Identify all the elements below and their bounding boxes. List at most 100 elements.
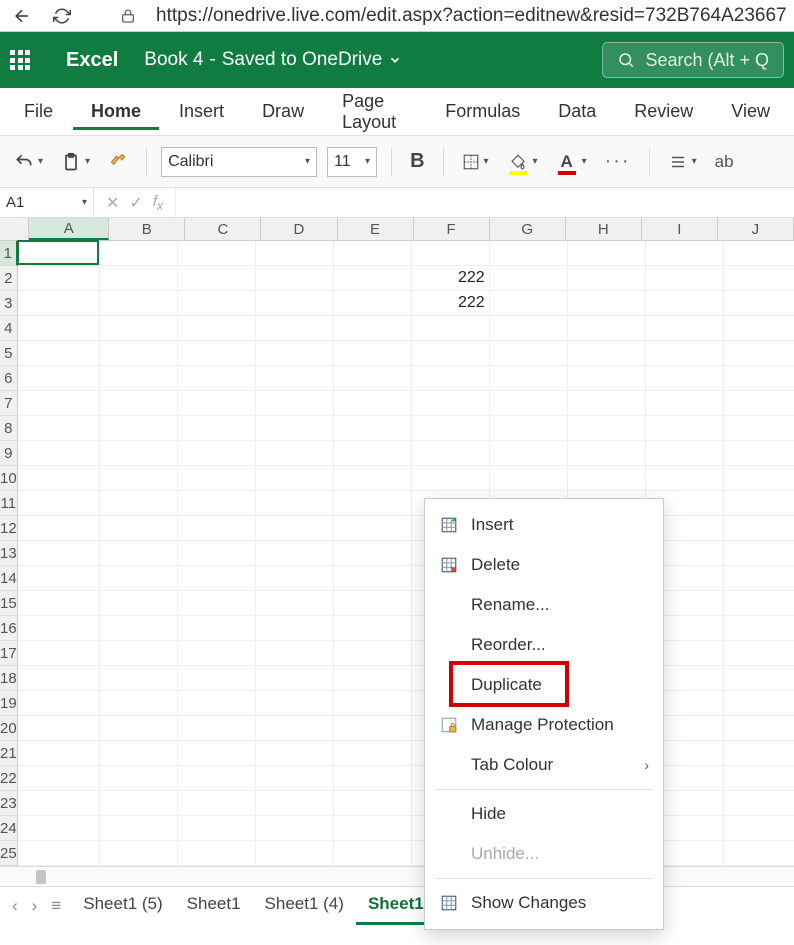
cell[interactable]: [646, 316, 724, 341]
row-header[interactable]: 19: [0, 691, 18, 716]
cell[interactable]: [568, 316, 646, 341]
cell[interactable]: [568, 466, 646, 491]
sheet-list-button[interactable]: ≡: [47, 896, 65, 916]
cell[interactable]: [724, 641, 794, 666]
cell[interactable]: [334, 466, 412, 491]
cell[interactable]: [490, 241, 568, 266]
search-box[interactable]: Search (Alt + Q: [602, 42, 784, 78]
cell[interactable]: [100, 716, 178, 741]
cell[interactable]: [18, 366, 100, 391]
cell[interactable]: [100, 241, 178, 266]
cell[interactable]: [178, 441, 256, 466]
row-header[interactable]: 5: [0, 341, 18, 366]
cell[interactable]: [724, 516, 794, 541]
cell[interactable]: [724, 566, 794, 591]
cell[interactable]: [178, 541, 256, 566]
row-header[interactable]: 21: [0, 741, 18, 766]
cell[interactable]: [490, 441, 568, 466]
cell[interactable]: [568, 416, 646, 441]
cell[interactable]: [100, 316, 178, 341]
cell[interactable]: [178, 241, 256, 266]
cell[interactable]: [178, 666, 256, 691]
cell[interactable]: [18, 541, 100, 566]
cell[interactable]: [724, 241, 794, 266]
row-header[interactable]: 25: [0, 841, 18, 866]
cell[interactable]: [646, 391, 724, 416]
refresh-button[interactable]: [48, 2, 76, 30]
cell[interactable]: [18, 766, 100, 791]
row-header[interactable]: 16: [0, 616, 18, 641]
format-painter-button[interactable]: [104, 145, 132, 179]
cell[interactable]: [18, 816, 100, 841]
cell[interactable]: [568, 266, 646, 291]
cell[interactable]: [724, 291, 794, 316]
cell[interactable]: [18, 691, 100, 716]
col-header[interactable]: H: [566, 218, 642, 240]
cell[interactable]: [334, 691, 412, 716]
cell[interactable]: [412, 391, 490, 416]
cell[interactable]: [18, 441, 100, 466]
fill-color-button[interactable]: ▾: [503, 145, 542, 179]
cell[interactable]: [178, 716, 256, 741]
col-header[interactable]: B: [109, 218, 185, 240]
row-header[interactable]: 18: [0, 666, 18, 691]
row-header[interactable]: 8: [0, 416, 18, 441]
cell[interactable]: [256, 791, 334, 816]
font-size-selector[interactable]: 11 ▾: [327, 147, 377, 177]
cell[interactable]: [646, 291, 724, 316]
cell[interactable]: [724, 716, 794, 741]
row-header[interactable]: 12: [0, 516, 18, 541]
cell[interactable]: [334, 716, 412, 741]
cell[interactable]: [334, 416, 412, 441]
cell[interactable]: [334, 841, 412, 866]
row-header[interactable]: 20: [0, 716, 18, 741]
cell[interactable]: [724, 691, 794, 716]
cell[interactable]: [178, 516, 256, 541]
cell[interactable]: [412, 366, 490, 391]
cell[interactable]: [724, 816, 794, 841]
cell[interactable]: [334, 241, 412, 266]
cell[interactable]: [334, 291, 412, 316]
cell[interactable]: [178, 466, 256, 491]
cell[interactable]: [100, 416, 178, 441]
cell[interactable]: [256, 591, 334, 616]
cell[interactable]: [18, 566, 100, 591]
cell[interactable]: [178, 591, 256, 616]
col-header[interactable]: I: [642, 218, 718, 240]
cell[interactable]: [724, 766, 794, 791]
cell[interactable]: [334, 791, 412, 816]
cell[interactable]: [256, 641, 334, 666]
cell[interactable]: [334, 741, 412, 766]
font-color-button[interactable]: A ▾: [552, 145, 591, 179]
row-header[interactable]: 4: [0, 316, 18, 341]
cell[interactable]: [724, 366, 794, 391]
sheet-tab[interactable]: Sheet1 (5): [71, 886, 174, 925]
cell[interactable]: [256, 566, 334, 591]
sheet-nav-next[interactable]: ›: [28, 896, 42, 916]
row-header[interactable]: 24: [0, 816, 18, 841]
cell[interactable]: [256, 716, 334, 741]
cell[interactable]: [178, 291, 256, 316]
context-menu-item-manage-protection[interactable]: Manage Protection: [425, 705, 663, 745]
row-header[interactable]: 1: [0, 241, 18, 266]
col-header[interactable]: F: [414, 218, 490, 240]
cell[interactable]: [18, 341, 100, 366]
context-menu-item-rename[interactable]: Rename...: [425, 585, 663, 625]
cell[interactable]: [178, 766, 256, 791]
cell[interactable]: [334, 616, 412, 641]
cell[interactable]: [256, 616, 334, 641]
sheet-nav-prev[interactable]: ‹: [8, 896, 22, 916]
menu-tab-data[interactable]: Data: [540, 93, 614, 130]
cell[interactable]: [18, 591, 100, 616]
cell[interactable]: [646, 466, 724, 491]
cell[interactable]: [412, 341, 490, 366]
cell[interactable]: [178, 616, 256, 641]
cell[interactable]: [646, 341, 724, 366]
context-menu-item-hide[interactable]: Hide: [425, 794, 663, 834]
col-header[interactable]: G: [490, 218, 566, 240]
row-header[interactable]: 9: [0, 441, 18, 466]
cell[interactable]: [178, 691, 256, 716]
context-menu-item-delete[interactable]: Delete: [425, 545, 663, 585]
cell[interactable]: 222: [412, 291, 490, 316]
borders-button[interactable]: ▾: [458, 145, 493, 179]
